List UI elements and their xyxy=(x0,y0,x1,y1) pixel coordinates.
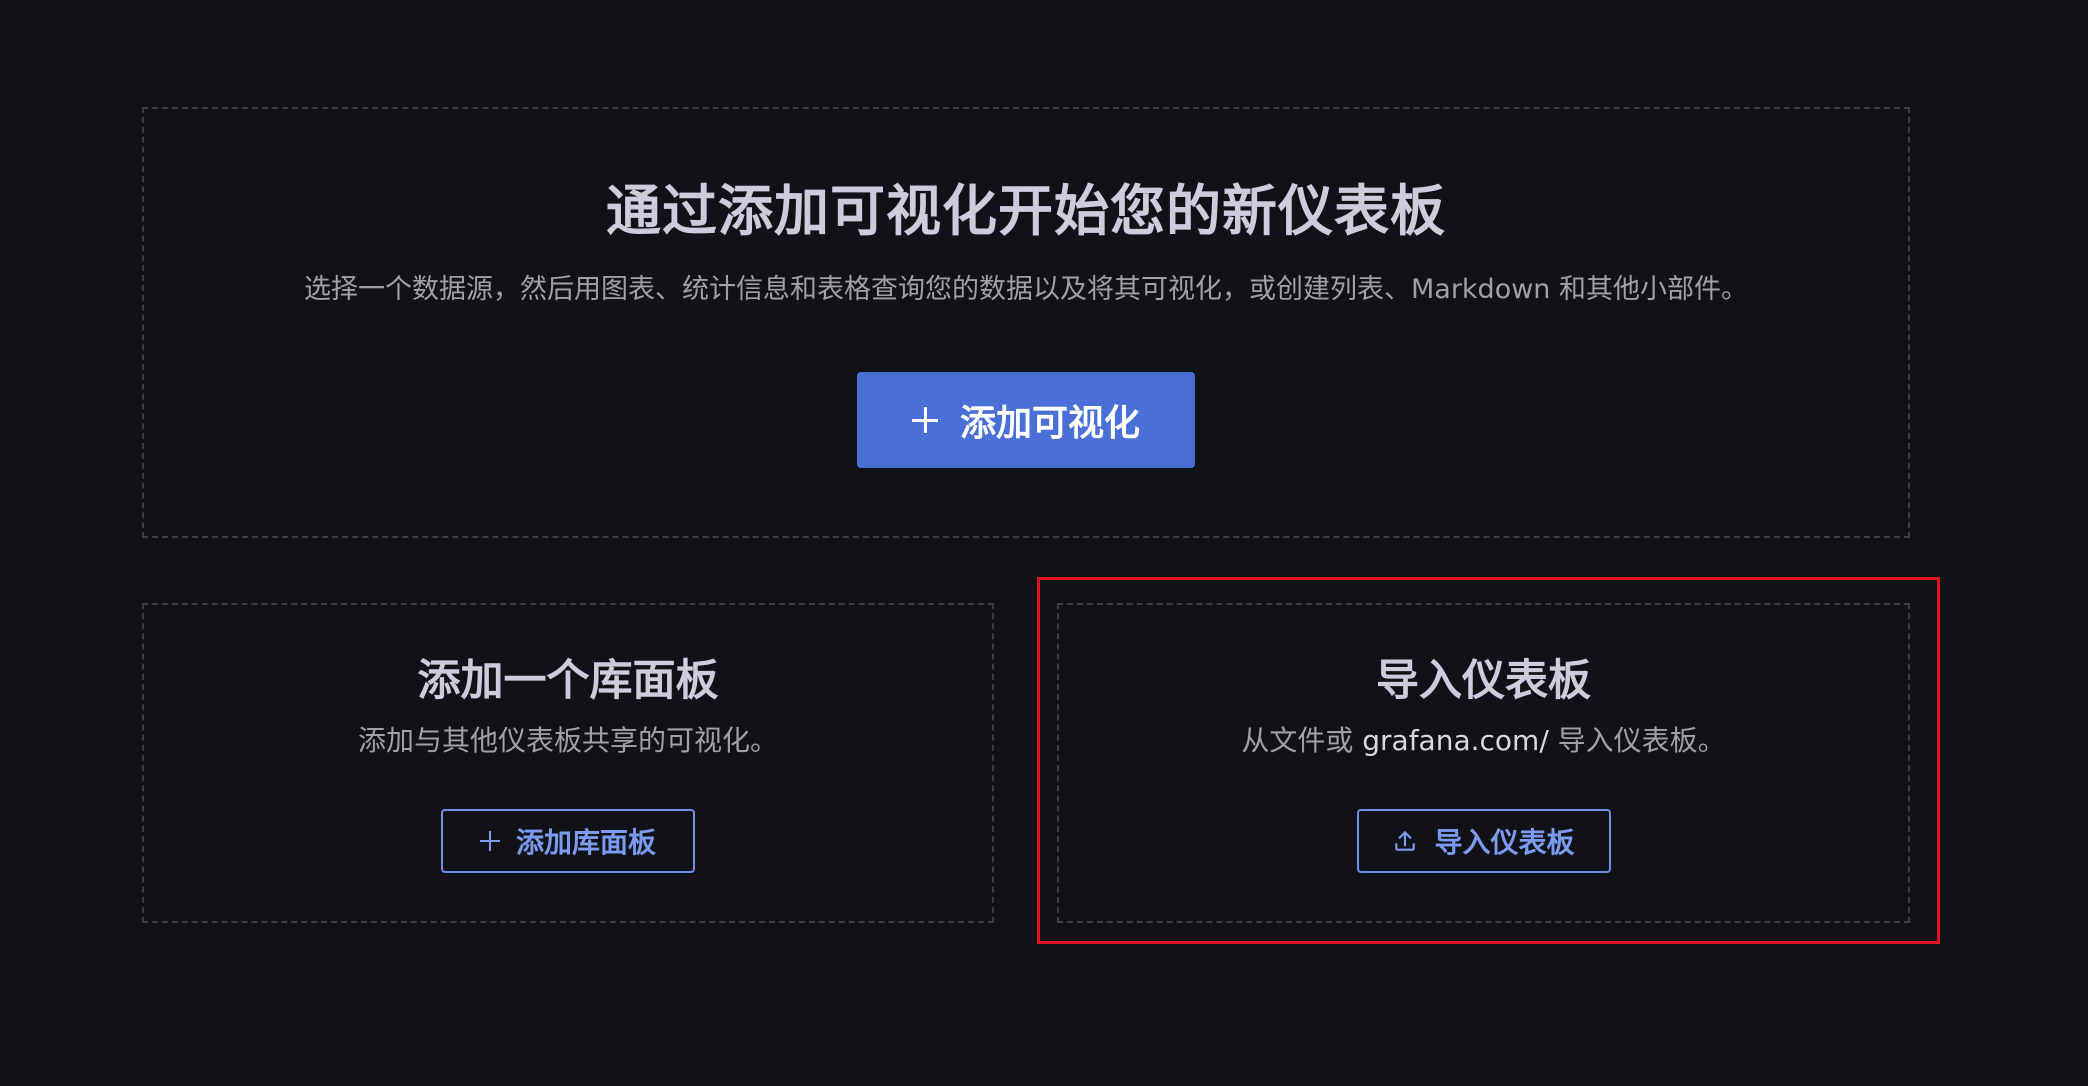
upload-icon xyxy=(1392,828,1418,854)
add-visualization-card: 通过添加可视化开始您的新仪表板 选择一个数据源，然后用图表、统计信息和表格查询您… xyxy=(142,107,1910,538)
empty-dashboard-subtitle: 选择一个数据源，然后用图表、统计信息和表格查询您的数据以及将其可视化，或创建列表… xyxy=(303,274,1748,305)
library-panel-title: 添加一个库面板 xyxy=(417,656,719,706)
library-panel-description: 添加与其他仪表板共享的可视化。 xyxy=(357,724,778,757)
import-description-prefix: 从文件或 xyxy=(1241,724,1363,757)
add-visualization-label: 添加可视化 xyxy=(959,403,1140,444)
import-dashboard-label: 导入仪表板 xyxy=(1434,826,1575,859)
add-visualization-button[interactable]: 添加可视化 xyxy=(857,372,1195,468)
plus-icon xyxy=(911,407,938,433)
import-dashboard-card: 导入仪表板 从文件或 grafana.com/ 导入仪表板。 导入仪表板 xyxy=(1057,603,1910,923)
import-dashboard-description: 从文件或 grafana.com/ 导入仪表板。 xyxy=(1241,721,1725,761)
empty-dashboard-title: 通过添加可视化开始您的新仪表板 xyxy=(605,179,1446,243)
import-description-suffix: 导入仪表板。 xyxy=(1548,724,1726,757)
import-dashboard-button[interactable]: 导入仪表板 xyxy=(1356,809,1611,873)
grafana-com-link[interactable]: grafana.com/ xyxy=(1362,724,1549,757)
dashboard-empty-state: 通过添加可视化开始您的新仪表板 选择一个数据源，然后用图表、统计信息和表格查询您… xyxy=(0,0,2088,1086)
add-library-panel-label: 添加库面板 xyxy=(515,826,656,859)
add-library-panel-card: 添加一个库面板 添加与其他仪表板共享的可视化。 添加库面板 xyxy=(142,603,994,923)
plus-icon xyxy=(479,831,500,851)
import-dashboard-title: 导入仪表板 xyxy=(1376,656,1591,706)
add-library-panel-button[interactable]: 添加库面板 xyxy=(441,809,695,873)
